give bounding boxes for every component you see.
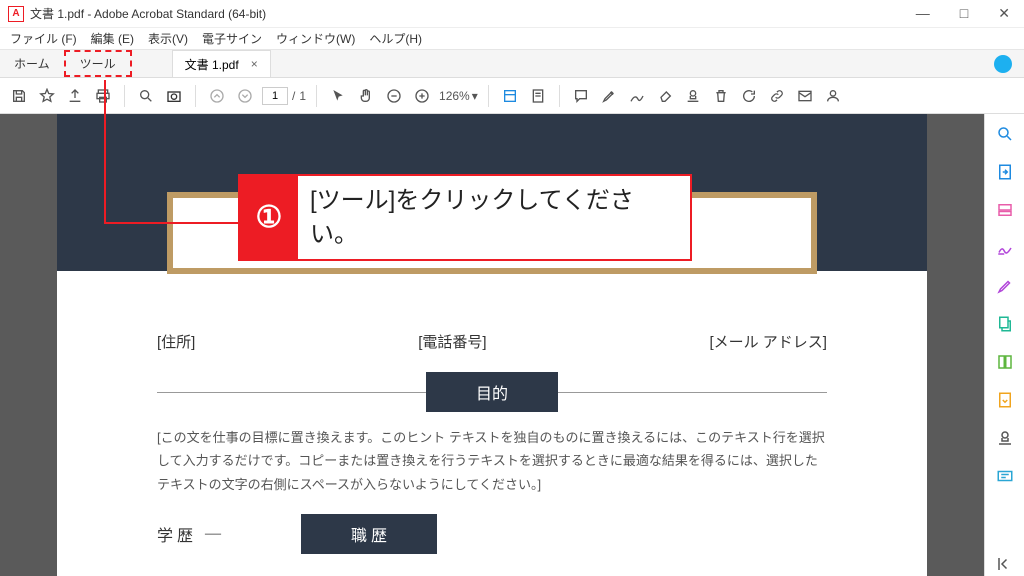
side-stamp-icon[interactable] xyxy=(993,426,1017,450)
right-sidepanel xyxy=(984,114,1024,576)
callout-line-vertical xyxy=(104,80,106,224)
callout-number: ① xyxy=(240,176,298,259)
maximize-button[interactable]: □ xyxy=(954,3,974,24)
doc-info-row: [住所] [電話番号] [メール アドレス] xyxy=(157,331,827,352)
education-text: 学 歴 xyxy=(157,522,193,546)
page-indicator: / 1 xyxy=(262,87,306,105)
erase-icon[interactable] xyxy=(654,85,676,107)
menubar: ファイル (F) 編集 (E) 表示(V) 電子サイン ウィンドウ(W) ヘルプ… xyxy=(0,28,1024,50)
dash: — xyxy=(205,525,221,543)
upload-icon[interactable] xyxy=(64,85,86,107)
side-export-icon[interactable] xyxy=(993,160,1017,184)
save-icon[interactable] xyxy=(8,85,30,107)
side-organize-icon[interactable] xyxy=(993,312,1017,336)
menu-edit[interactable]: 編集 (E) xyxy=(85,28,140,49)
tab-document-label: 文書 1.pdf xyxy=(185,56,239,73)
callout-line-horizontal xyxy=(104,222,240,224)
fit-width-icon[interactable] xyxy=(499,85,521,107)
callout-box: ① [ツール]をクリックしてください。 xyxy=(238,174,692,261)
side-collapse-icon[interactable] xyxy=(993,552,1017,576)
delete-icon[interactable] xyxy=(710,85,732,107)
minimize-button[interactable]: — xyxy=(910,3,936,24)
doc-education-label: 学 歴 — xyxy=(157,522,221,546)
close-button[interactable]: ✕ xyxy=(992,3,1016,24)
zoom-out-icon[interactable] xyxy=(383,85,405,107)
menu-window[interactable]: ウィンドウ(W) xyxy=(270,28,361,49)
page-current-input[interactable] xyxy=(262,87,288,105)
page-sep: / xyxy=(292,89,295,103)
print-icon[interactable] xyxy=(92,85,114,107)
acrobat-app-icon: A xyxy=(8,6,24,22)
side-sign-icon[interactable] xyxy=(993,236,1017,260)
page-up-icon[interactable] xyxy=(206,85,228,107)
tab-tools[interactable]: ツール xyxy=(64,50,132,77)
doc-address: [住所] xyxy=(157,331,195,352)
page-down-icon[interactable] xyxy=(234,85,256,107)
side-fill-icon[interactable] xyxy=(993,274,1017,298)
menu-esign[interactable]: 電子サイン xyxy=(196,28,268,49)
doc-purpose-section: 目的 xyxy=(157,372,827,412)
doc-phone: [電話番号] xyxy=(418,331,486,352)
tab-home[interactable]: ホーム xyxy=(0,50,64,77)
avatar[interactable] xyxy=(994,55,1012,73)
tab-document[interactable]: 文書 1.pdf × xyxy=(172,50,271,77)
fit-page-icon[interactable] xyxy=(527,85,549,107)
star-icon[interactable] xyxy=(36,85,58,107)
side-more-icon[interactable] xyxy=(993,464,1017,488)
zoom-value: 126% xyxy=(439,89,470,103)
doc-sections-row: 学 歴 — 職 歴 xyxy=(157,514,827,554)
zoom-level[interactable]: 126% ▾ xyxy=(439,89,478,103)
callout-text: [ツール]をクリックしてください。 xyxy=(298,176,690,259)
doc-purpose-label: 目的 xyxy=(426,372,558,412)
cursor-icon[interactable] xyxy=(327,85,349,107)
titlebar: A 文書 1.pdf - Adobe Acrobat Standard (64-… xyxy=(0,0,1024,28)
comment-icon[interactable] xyxy=(570,85,592,107)
hand-icon[interactable] xyxy=(355,85,377,107)
share-user-icon[interactable] xyxy=(822,85,844,107)
doc-body-text: [この文を仕事の目標に置き換えます。このヒント テキストを独自のものに置き換える… xyxy=(157,426,827,496)
zoom-in-icon[interactable] xyxy=(411,85,433,107)
menu-view[interactable]: 表示(V) xyxy=(142,28,194,49)
side-convert-icon[interactable] xyxy=(993,388,1017,412)
zoom-dropdown-icon: ▾ xyxy=(472,89,478,103)
tabs-row: ホーム ツール 文書 1.pdf × xyxy=(0,50,1024,78)
tab-close-icon[interactable]: × xyxy=(251,57,258,71)
rotate-icon[interactable] xyxy=(738,85,760,107)
menu-help[interactable]: ヘルプ(H) xyxy=(363,28,428,49)
camera-icon[interactable] xyxy=(163,85,185,107)
menu-file[interactable]: ファイル (F) xyxy=(4,28,83,49)
email-icon[interactable] xyxy=(794,85,816,107)
page-total: 1 xyxy=(299,89,306,103)
doc-career-label: 職 歴 xyxy=(301,514,437,554)
link-icon[interactable] xyxy=(766,85,788,107)
side-compress-icon[interactable] xyxy=(993,350,1017,374)
side-edit-icon[interactable] xyxy=(993,198,1017,222)
search-icon[interactable] xyxy=(135,85,157,107)
doc-email: [メール アドレス] xyxy=(709,331,827,352)
window-title: 文書 1.pdf - Adobe Acrobat Standard (64-bi… xyxy=(30,5,910,22)
highlight-icon[interactable] xyxy=(598,85,620,107)
draw-icon[interactable] xyxy=(626,85,648,107)
toolbar: / 1 126% ▾ xyxy=(0,78,1024,114)
side-search-icon[interactable] xyxy=(993,122,1017,146)
stamp-icon[interactable] xyxy=(682,85,704,107)
